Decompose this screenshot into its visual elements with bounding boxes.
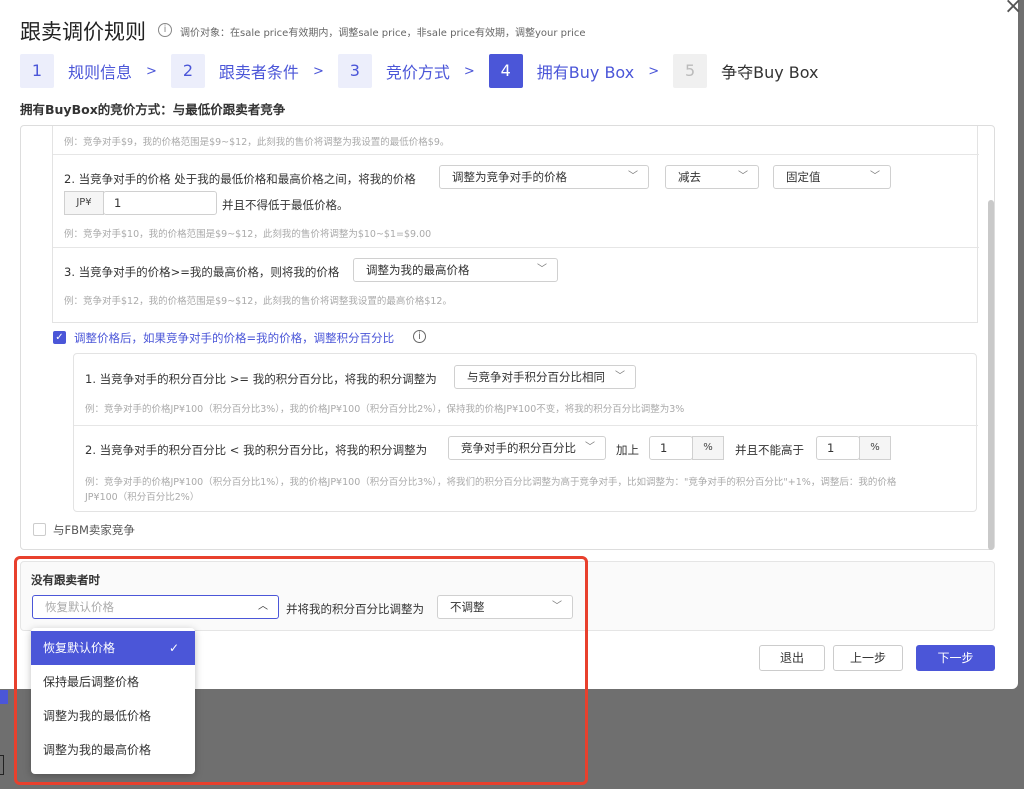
divider: [74, 425, 978, 426]
no-follower-points-select[interactable]: 不调整 ﹀: [437, 595, 573, 619]
step-label: 竞价方式: [385, 63, 450, 82]
bidding-rules-panel: 例：竞争对手$9，我的价格范围是$9~$12，此刻我的售价将调整为我设置的最低价…: [20, 125, 995, 550]
next-button[interactable]: 下一步: [916, 645, 995, 671]
rule1-hint: 例：竞争对手$9，我的价格范围是$9~$12，此刻我的售价将调整为我设置的最低价…: [64, 137, 450, 148]
points-rule2-text: 2. 当竞争对手的积分百分比 < 我的积分百分比，将我的积分调整为: [85, 443, 428, 457]
points-rule2-hint-line2: JP¥100（积分百分比2%）: [85, 492, 200, 503]
plus-label: 加上: [616, 443, 639, 457]
step-own-buybox[interactable]: 4 拥有Buy Box >: [488, 54, 673, 88]
chevron-down-icon: ﹀: [615, 371, 625, 382]
step-number: 4: [488, 54, 523, 88]
no-follower-points-text: 并将我的积分百分比调整为: [286, 602, 424, 616]
rule3-price-select[interactable]: 调整为我的最高价格 ﹀: [353, 258, 558, 282]
select-value: 与竞争对手积分百分比相同: [467, 370, 605, 384]
rule2-price-select[interactable]: 调整为竞争对手的价格 ﹀: [439, 165, 649, 189]
dropdown-option-restore-default[interactable]: 恢复默认价格 ✓: [31, 631, 195, 665]
points-rule2-select[interactable]: 竞争对手的积分百分比 ﹀: [448, 436, 606, 460]
chevron-up-icon: ︿: [258, 601, 268, 612]
dropdown-option-max-price[interactable]: 调整为我的最高价格: [31, 733, 195, 767]
check-icon: ✓: [168, 641, 179, 655]
rule2-amount-type-select[interactable]: 固定值 ﹀: [773, 165, 891, 189]
adjust-points-checkbox[interactable]: ✓: [53, 331, 66, 344]
step-label: 拥有Buy Box: [536, 63, 635, 82]
select-value: 不调整: [450, 600, 485, 614]
info-icon: i: [158, 23, 172, 37]
select-value: 竞争对手的积分百分比: [461, 441, 576, 455]
no-follower-price-select[interactable]: 恢复默认价格 ︿: [32, 595, 279, 619]
points-max-input[interactable]: 1: [816, 436, 860, 460]
section-heading: 拥有BuyBox的竞价方式：与最低价跟卖者竞争: [20, 102, 286, 117]
fbm-checkbox[interactable]: [33, 523, 46, 536]
step-label: 规则信息: [68, 63, 133, 82]
step-number: 3: [337, 54, 372, 88]
info-icon: i: [413, 330, 426, 343]
fbm-label: 与FBM卖家竞争: [53, 523, 135, 537]
chevron-down-icon: ﹀: [585, 442, 595, 453]
background-mark: [0, 755, 4, 775]
step-separator: >: [146, 63, 157, 79]
prev-button[interactable]: 上一步: [833, 645, 903, 671]
currency-addon: JP¥: [64, 191, 104, 215]
step-rule-info[interactable]: 1 规则信息 >: [20, 54, 171, 88]
step-separator: >: [463, 63, 475, 79]
step-number: 2: [170, 54, 205, 88]
divider: [53, 154, 979, 155]
select-value: 固定值: [786, 170, 821, 184]
points-rule1-text: 1. 当竞争对手的积分百分比 >= 我的积分百分比，将我的积分调整为: [85, 372, 437, 386]
select-value: 调整为我的最高价格: [366, 263, 470, 277]
rule-modal: 跟卖调价规则 i 调价对象：在sale price有效期内，调整sale pri…: [0, 0, 1018, 689]
close-icon[interactable]: ×: [1004, 0, 1022, 19]
rule3-hint: 例：竞争对手$12，我的价格范围是$9~$12，此刻我的售价将调整我设置的最高价…: [64, 296, 452, 307]
rule2-suffix: 并且不得低于最低价格。: [222, 198, 349, 212]
chevron-down-icon: ﹀: [537, 264, 547, 275]
no-follower-title: 没有跟卖者时: [31, 573, 100, 587]
rule3-text: 3. 当竞争对手的价格>=我的最高价格，则将我的价格: [64, 265, 340, 279]
rule2-hint: 例：竞争对手$10，我的价格范围是$9~$12，此刻我的售价将调整为$10~$1…: [64, 229, 432, 240]
step-bidding-method[interactable]: 3 竞价方式 >: [337, 54, 489, 88]
modal-title: 跟卖调价规则: [20, 20, 146, 44]
step-win-buybox[interactable]: 5 争夺Buy Box: [673, 54, 819, 88]
price-dropdown-menu: 恢复默认价格 ✓ 保持最后调整价格 调整为我的最低价格 调整为我的最高价格: [31, 628, 195, 774]
modal-tip: 调价对象：在sale price有效期内，调整sale price，非sale …: [180, 28, 586, 39]
step-follower-conditions[interactable]: 2 跟卖者条件 >: [170, 54, 338, 88]
option-label: 保持最后调整价格: [43, 675, 140, 689]
option-label: 调整为我的最低价格: [43, 709, 152, 723]
select-placeholder: 恢复默认价格: [45, 600, 114, 614]
option-label: 调整为我的最高价格: [43, 743, 152, 757]
step-separator: >: [312, 63, 324, 79]
dropdown-option-keep-last[interactable]: 保持最后调整价格: [31, 665, 195, 699]
option-label: 恢复默认价格: [43, 641, 116, 655]
select-value: 调整为竞争对手的价格: [452, 170, 567, 184]
stepper: 1 规则信息 > 2 跟卖者条件 > 3 竞价方式 > 4 拥有Buy Box …: [20, 53, 819, 89]
adjust-points-label: 调整价格后，如果竞争对手的价格=我的价格，调整积分百分比: [74, 331, 395, 345]
percent-addon: %: [692, 436, 724, 460]
chevron-down-icon: ﹀: [738, 171, 748, 182]
points-plus-input[interactable]: 1: [649, 436, 693, 460]
chevron-down-icon: ﹀: [870, 171, 880, 182]
panel-scrollbar[interactable]: [988, 200, 994, 550]
points-rule1-select[interactable]: 与竞争对手积分百分比相同 ﹀: [454, 365, 636, 389]
step-number: 5: [673, 54, 708, 88]
select-value: 减去: [678, 170, 701, 184]
step-label: 跟卖者条件: [218, 63, 299, 82]
points-rules-box: 1. 当竞争对手的积分百分比 >= 我的积分百分比，将我的积分调整为 与竞争对手…: [73, 353, 978, 512]
step-label: 争夺Buy Box: [721, 63, 819, 82]
background-tag: [0, 690, 8, 704]
divider: [53, 247, 979, 248]
rule2-amount-input[interactable]: 1: [103, 191, 217, 215]
points-rule1-hint: 例：竞争对手的价格JP¥100（积分百分比3%），我的价格JP¥100（积分百分…: [85, 404, 685, 415]
rule2-operator-select[interactable]: 减去 ﹀: [665, 165, 759, 189]
no-follower-section: 没有跟卖者时 恢复默认价格 ︿ 并将我的积分百分比调整为 不调整 ﹀: [20, 561, 995, 631]
dropdown-option-min-price[interactable]: 调整为我的最低价格: [31, 699, 195, 733]
points-rule2-hint-line1: 例：竞争对手的价格JP¥100（积分百分比1%），我的价格JP¥100（积分百分…: [85, 477, 897, 488]
price-rules-box: 例：竞争对手$9，我的价格范围是$9~$12，此刻我的售价将调整为我设置的最低价…: [52, 126, 979, 323]
step-separator: >: [648, 63, 660, 79]
step-number: 1: [20, 54, 54, 88]
chevron-down-icon: ﹀: [628, 171, 638, 182]
max-label: 并且不能高于: [735, 443, 804, 457]
percent-addon: %: [859, 436, 891, 460]
chevron-down-icon: ﹀: [552, 601, 562, 612]
exit-button[interactable]: 退出: [759, 645, 825, 671]
rule2-text: 2. 当竞争对手的价格 处于我的最低价格和最高价格之间，将我的价格: [64, 172, 416, 186]
